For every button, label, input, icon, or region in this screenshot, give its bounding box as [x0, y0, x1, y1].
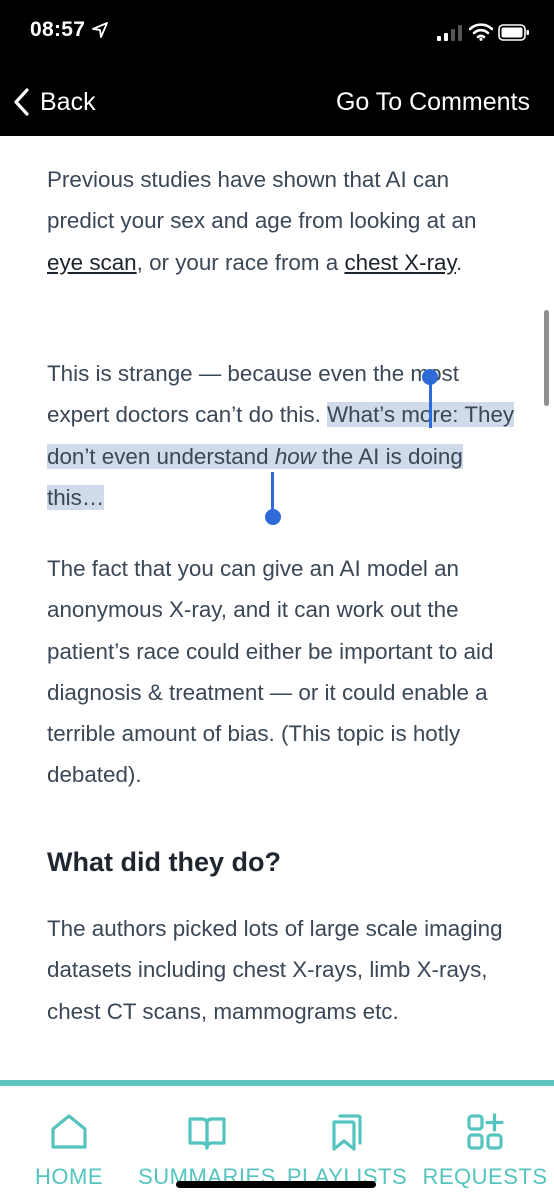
selection-end-handle[interactable] — [265, 509, 281, 525]
navigation-bar: Back Go To Comments — [0, 68, 554, 136]
section-heading: What did they do? — [47, 847, 281, 877]
chevron-left-icon — [14, 88, 29, 116]
tab-requests-label: REQUESTS — [422, 1164, 548, 1189]
article-paragraph-2: This is strange — because even the most … — [47, 361, 515, 510]
grid-plus-icon — [467, 1113, 504, 1150]
scrollbar[interactable] — [544, 310, 549, 406]
battery-icon — [498, 24, 529, 41]
back-label: Back — [40, 87, 96, 116]
eye-scan-link[interactable]: eye scan — [47, 250, 137, 275]
wifi-icon — [469, 23, 493, 41]
bookmarks-icon — [332, 1114, 362, 1151]
back-button[interactable]: Back — [12, 84, 96, 120]
article-paragraph-4: The authors picked lots of large scale i… — [47, 916, 503, 1024]
go-to-comments-button[interactable]: Go To Comments — [336, 88, 530, 117]
article-paragraph-1: Previous studies have shown that AI can … — [47, 167, 477, 275]
status-time: 08:57 — [30, 18, 86, 41]
tab-requests[interactable]: REQUESTS — [422, 1086, 548, 1200]
selection-end-caret — [271, 472, 274, 514]
status-bar: 08:57 — [0, 0, 554, 68]
selection-start-caret — [429, 376, 432, 428]
home-icon — [51, 1114, 87, 1149]
tab-home[interactable]: HOME — [22, 1086, 116, 1200]
cellular-signal-icon — [437, 25, 462, 41]
home-indicator — [176, 1181, 376, 1188]
location-arrow-icon — [92, 22, 108, 38]
article-body[interactable]: Previous studies have shown that AI can … — [0, 136, 554, 1080]
article-paragraph-3: The fact that you can give an AI model a… — [47, 556, 494, 788]
book-icon — [188, 1117, 226, 1150]
chest-xray-link[interactable]: chest X-ray — [344, 250, 456, 275]
tab-home-label: HOME — [35, 1164, 103, 1189]
